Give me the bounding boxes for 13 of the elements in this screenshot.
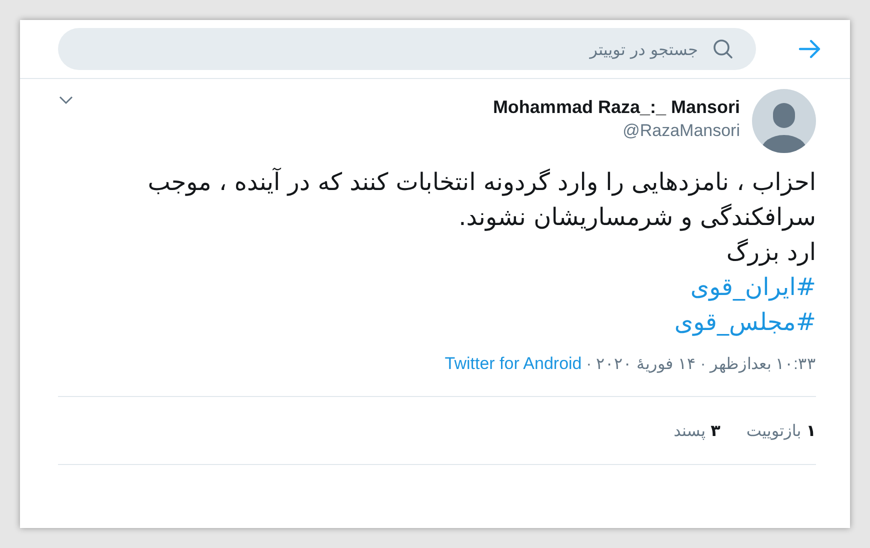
tweet-timestamp: ۱۰:۳۳ بعدازظهر · ۱۴ فوریهٔ ۲۰۲۰ · bbox=[585, 356, 816, 373]
stat-count[interactable]: ۳ پسند bbox=[674, 421, 720, 440]
stat-count[interactable]: ۱ بازتوییت bbox=[746, 421, 816, 440]
tweet-text: احزاب ، نامزدهایی را وارد گردونه انتخابات کنند که در آینده ، موجب سرافکندگی و شرمساریشان نشوند. bbox=[146, 166, 816, 233]
source-link[interactable]: Twitter for Android bbox=[444, 354, 582, 373]
hashtag-link[interactable]: #مجلس_قوی bbox=[674, 305, 816, 340]
arrow-icon[interactable] bbox=[798, 39, 822, 59]
hashtag-link[interactable]: #ایران_قوی bbox=[690, 270, 816, 305]
user-handle[interactable]: @RazaMansori bbox=[622, 121, 740, 141]
search-field[interactable]: جستجو در توییتر bbox=[58, 28, 756, 70]
tweet-text: ارد بزرگ bbox=[725, 237, 816, 268]
user-name[interactable]: Mohammad Raza_:_ Mansori bbox=[492, 97, 740, 118]
chevron-down-icon[interactable] bbox=[58, 95, 74, 105]
